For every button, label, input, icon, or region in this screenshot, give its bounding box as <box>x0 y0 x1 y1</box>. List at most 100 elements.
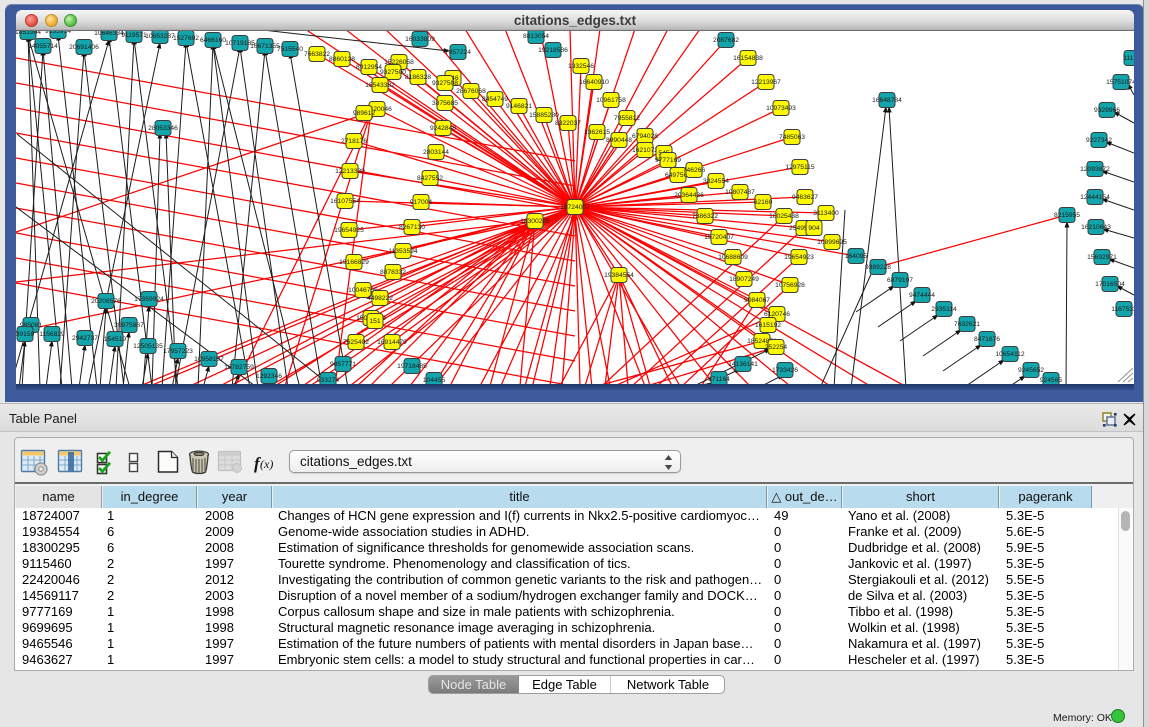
svg-text:10688609: 10688609 <box>718 254 748 261</box>
svg-text:16033809: 16033809 <box>405 36 435 43</box>
svg-text:19218586: 19218586 <box>538 47 568 54</box>
svg-text:9084067: 9084067 <box>744 297 770 304</box>
svg-text:9777169: 9777169 <box>655 157 681 164</box>
svg-text:9389228: 9389228 <box>865 264 891 271</box>
svg-text:2942737: 2942737 <box>72 335 98 342</box>
svg-text:4498222: 4498222 <box>367 295 393 302</box>
svg-text:1621072: 1621072 <box>632 147 658 154</box>
svg-text:3875685: 3875685 <box>432 100 458 107</box>
svg-text:6466160: 6466160 <box>200 37 226 44</box>
svg-text:11353594: 11353594 <box>388 248 418 255</box>
svg-text:917004: 917004 <box>410 199 433 206</box>
svg-text:8267130: 8267130 <box>399 224 425 231</box>
svg-text:8471676: 8471676 <box>974 336 1000 343</box>
svg-text:10973493: 10973493 <box>766 105 796 112</box>
svg-text:1615192: 1615192 <box>755 322 781 329</box>
svg-text:8186328: 8186328 <box>405 74 431 81</box>
svg-text:7386322: 7386322 <box>692 213 718 220</box>
svg-text:14055714: 14055714 <box>28 43 58 50</box>
svg-text:2718176: 2718176 <box>341 138 367 145</box>
svg-text:28676068: 28676068 <box>456 88 486 95</box>
svg-text:10961758: 10961758 <box>596 97 626 104</box>
svg-text:10807487: 10807487 <box>725 189 755 196</box>
svg-text:7663822: 7663822 <box>304 51 330 58</box>
svg-text:9119571: 9119571 <box>121 32 147 39</box>
svg-text:15720407: 15720407 <box>704 234 734 241</box>
svg-text:9135914: 9135914 <box>45 31 71 35</box>
svg-text:16671355: 16671355 <box>250 43 280 50</box>
svg-text:164095: 164095 <box>845 253 868 260</box>
svg-text:19654923: 19654923 <box>784 254 814 261</box>
svg-text:10646334: 10646334 <box>94 31 124 37</box>
svg-text:18724007: 18724007 <box>560 204 590 211</box>
svg-text:12213389: 12213389 <box>335 168 365 175</box>
svg-text:746266: 746266 <box>683 167 706 174</box>
svg-text:9146821: 9146821 <box>506 103 532 110</box>
svg-text:16107554: 16107554 <box>330 198 360 205</box>
svg-text:16543382: 16543382 <box>365 82 395 89</box>
svg-text:9329966: 9329966 <box>1094 107 1120 114</box>
svg-text:924565: 924565 <box>1040 377 1063 384</box>
svg-text:14136141: 14136141 <box>728 361 758 368</box>
svg-text:20206576: 20206576 <box>91 298 121 305</box>
svg-text:1332546: 1332546 <box>568 63 594 70</box>
svg-text:16782759: 16782759 <box>224 364 254 371</box>
svg-text:8215955: 8215955 <box>1054 212 1080 219</box>
svg-text:19654925: 19654925 <box>334 227 364 234</box>
svg-text:7485063: 7485063 <box>779 134 805 141</box>
svg-text:252254: 252254 <box>765 344 788 351</box>
svg-text:2935114: 2935114 <box>931 306 957 313</box>
svg-text:20364436: 20364436 <box>674 192 704 199</box>
svg-text:19166829: 19166829 <box>339 259 369 266</box>
svg-text:10899695: 10899695 <box>817 239 847 246</box>
svg-text:8454749: 8454749 <box>482 96 508 103</box>
svg-text:8990448: 8990448 <box>606 137 632 144</box>
svg-text:15751074: 15751074 <box>1106 79 1134 86</box>
svg-text:2803144: 2803144 <box>423 149 449 156</box>
svg-text:1156829: 1156829 <box>39 331 65 338</box>
svg-text:20691406: 20691406 <box>69 44 99 51</box>
svg-text:10756928: 10756928 <box>775 282 805 289</box>
svg-text:19718485: 19718485 <box>397 363 427 370</box>
svg-text:10653287: 10653287 <box>145 33 175 40</box>
svg-text:18907249: 18907249 <box>729 276 759 283</box>
svg-text:1527602: 1527602 <box>173 35 199 42</box>
svg-text:1851904: 1851904 <box>16 31 41 36</box>
svg-text:16154838: 16154838 <box>733 55 763 62</box>
svg-text:8860128: 8860128 <box>329 56 355 63</box>
svg-text:17359924: 17359924 <box>134 296 164 303</box>
svg-text:9242848: 9242848 <box>430 125 456 132</box>
svg-text:1362615: 1362615 <box>584 129 610 136</box>
svg-text:989612: 989612 <box>353 110 376 117</box>
svg-text:1292346: 1292346 <box>256 373 282 380</box>
svg-text:28053346: 28053346 <box>148 125 178 132</box>
svg-text:17016504: 17016504 <box>1095 281 1125 288</box>
svg-text:154519: 154519 <box>104 336 127 343</box>
svg-text:2087682: 2087682 <box>713 37 739 44</box>
svg-text:8322037: 8322037 <box>555 120 581 127</box>
svg-text:8813054: 8813054 <box>523 33 549 40</box>
svg-text:16210643: 16210643 <box>1081 224 1111 231</box>
svg-text:904: 904 <box>808 225 819 232</box>
svg-text:7955812: 7955812 <box>614 115 640 122</box>
svg-text:1167533: 1167533 <box>1111 306 1134 313</box>
svg-text:16648784: 16648784 <box>872 97 902 104</box>
svg-text:10654112: 10654112 <box>995 351 1025 358</box>
svg-text:3113400: 3113400 <box>813 210 839 217</box>
svg-text:18300295: 18300295 <box>520 218 550 225</box>
svg-text:12505135: 12505135 <box>133 343 163 350</box>
svg-text:12093872: 12093872 <box>1080 166 1110 173</box>
svg-text:7857224: 7857224 <box>445 49 471 56</box>
svg-text:6794028: 6794028 <box>632 133 658 140</box>
svg-text:6879197: 6879197 <box>887 277 913 284</box>
svg-text:9327508: 9327508 <box>432 80 458 87</box>
svg-text:933274: 933274 <box>317 377 340 384</box>
svg-text:10025438: 10025438 <box>769 213 799 220</box>
svg-text:8878332: 8878332 <box>380 269 406 276</box>
svg-text:104455: 104455 <box>423 377 446 384</box>
svg-text:15692971: 15692971 <box>1087 254 1117 261</box>
svg-text:9227342: 9227342 <box>1086 137 1112 144</box>
svg-text:7515540: 7515540 <box>277 46 303 53</box>
svg-text:62160: 62160 <box>754 199 773 206</box>
svg-text:10958107: 10958107 <box>194 356 224 363</box>
